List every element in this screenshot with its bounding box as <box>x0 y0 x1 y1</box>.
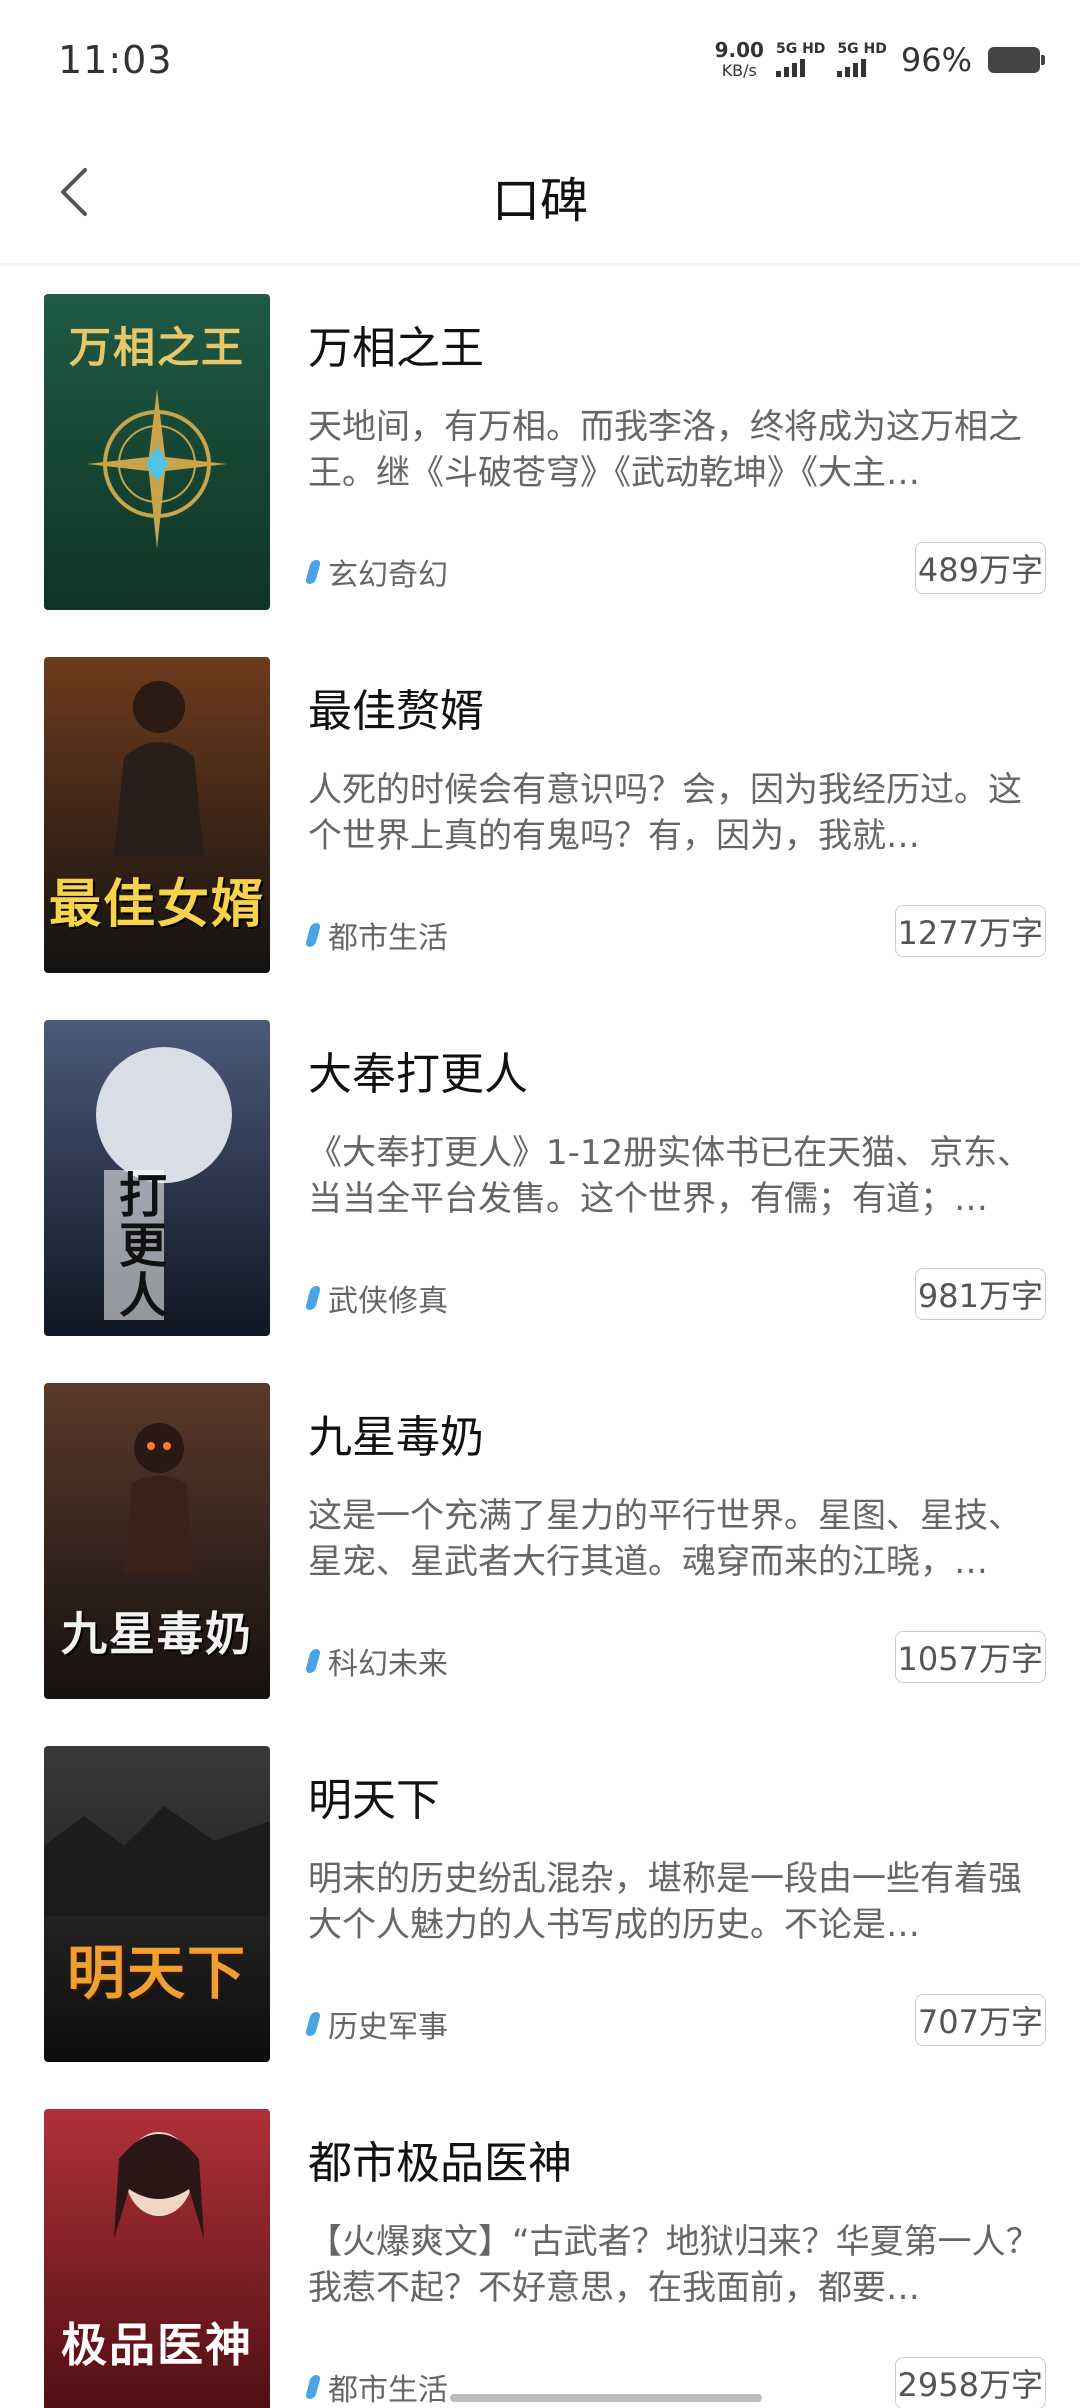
category-label: 科幻未来 <box>328 1647 448 1682</box>
book-title: 万相之王 <box>308 323 484 374</box>
word-count-badge: 489万字 <box>914 542 1046 594</box>
battery-percent: 96% <box>900 40 972 79</box>
word-count-badge: 981万字 <box>914 1268 1046 1320</box>
category-label: 武侠修真 <box>328 1284 448 1319</box>
book-description: 这是一个充满了星力的平行世界。星图、星技、星宠、星武者大行其道。魂穿而来的江晓，… <box>308 1496 1022 1582</box>
category-tag: 都市生活 <box>304 913 448 957</box>
book-item[interactable]: 九星毒奶 九星毒奶 这是一个充满了星力的平行世界。星图、星技、星宠、星武者大行其… <box>0 1359 1080 1722</box>
tag-marker-icon <box>304 1286 322 1310</box>
header-divider <box>0 263 1080 269</box>
signal-sim1-icon: 5G HD <box>775 41 826 77</box>
book-item[interactable]: 最佳女婿 最佳赘婿 人死的时候会有意识吗？会，因为我经历过。这个世界上真的有鬼吗… <box>0 633 1080 996</box>
book-title: 九星毒奶 <box>308 1412 484 1463</box>
word-count-badge: 707万字 <box>914 1994 1046 2046</box>
book-description: 人死的时候会有意识吗？会，因为我经历过。这个世界上真的有鬼吗？有，因为，我就… <box>308 770 1022 856</box>
category-label: 历史军事 <box>328 2010 448 2045</box>
book-title: 明天下 <box>308 1775 440 1826</box>
cover-title-text: 九星毒奶 <box>61 1607 253 1661</box>
warrior-silhouette-icon <box>124 1423 194 1573</box>
network-speed: 9.00 KB/s <box>715 40 764 79</box>
network-speed-value: 9.00 <box>714 38 764 62</box>
sim1-label: 5G HD <box>775 41 826 57</box>
category-tag: 武侠修真 <box>304 1276 448 1320</box>
book-title: 大奉打更人 <box>308 1049 528 1100</box>
tag-marker-icon <box>304 1649 322 1673</box>
cover-title-text: 最佳女婿 <box>48 875 265 935</box>
tag-marker-icon <box>304 560 322 584</box>
palace-silhouette-icon <box>44 1806 270 1916</box>
figure-silhouette-icon <box>114 681 204 857</box>
book-description: 《大奉打更人》1-12册实体书已在天猫、京东、当当全平台发售。这个世界，有儒；有… <box>308 1133 1032 1219</box>
battery-icon <box>988 46 1045 73</box>
book-cover: 九星毒奶 <box>44 1383 270 1699</box>
status-time: 11:03 <box>58 38 173 82</box>
book-description: 【火爆爽文】“古武者？地狱归来？华夏第一人？我惹不起？不好意思，在我面前，都要… <box>308 2222 1040 2308</box>
word-count-badge: 2958万字 <box>894 2357 1046 2408</box>
book-cover: 万相之王 <box>44 294 270 610</box>
moon-icon <box>96 1047 232 1183</box>
book-cover: 打更人 <box>44 1020 270 1336</box>
tag-marker-icon <box>304 2012 322 2036</box>
woman-portrait-icon <box>114 2132 204 2239</box>
signal-sim2-icon: 5G HD <box>837 41 887 77</box>
status-indicators: 9.00 KB/s 5G HD 5G HD 96% <box>715 40 1045 79</box>
book-description: 明末的历史纷乱混杂，堪称是一段由一些有着强大个人魅力的人书写成的历史。不论是… <box>308 1859 1022 1945</box>
tag-marker-icon <box>304 923 322 947</box>
book-cover: 明天下 <box>44 1746 270 2062</box>
book-list: 万相之王 万相之王 天地间，有万相。而我李洛，终将成为这万相之王。继《斗破苍穹》… <box>0 270 1080 2408</box>
book-item[interactable]: 打更人 大奉打更人 《大奉打更人》1-12册实体书已在天猫、京东、当当全平台发售… <box>0 996 1080 1359</box>
category-label: 都市生活 <box>328 921 448 956</box>
home-indicator[interactable] <box>450 2394 762 2402</box>
book-cover: 极品医神 <box>44 2109 270 2408</box>
book-item[interactable]: 明天下 明天下 明末的历史纷乱混杂，堪称是一段由一些有着强大个人魅力的人书写成的… <box>0 1722 1080 2085</box>
cover-title-text: 明天下 <box>66 1939 247 2007</box>
category-tag: 历史军事 <box>304 2002 448 2046</box>
cover-title-text: 打更人 <box>104 1170 166 1320</box>
network-speed-unit: KB/s <box>721 61 757 80</box>
category-tag: 科幻未来 <box>304 1639 448 1683</box>
book-title: 最佳赘婿 <box>308 686 484 737</box>
cover-title-text: 极品医神 <box>61 2318 253 2372</box>
page-title: 口碑 <box>491 173 588 229</box>
sim2-label: 5G HD <box>837 41 887 57</box>
category-label: 都市生活 <box>328 2373 448 2408</box>
book-item[interactable]: 极品医神 都市极品医神 【火爆爽文】“古武者？地狱归来？华夏第一人？我惹不起？不… <box>0 2085 1080 2408</box>
cover-title-text: 万相之王 <box>68 323 245 372</box>
compass-emblem-icon <box>87 389 227 549</box>
status-bar: 11:03 9.00 KB/s 5G HD 5G HD 96% <box>0 0 1080 125</box>
app-header: 口碑 <box>0 125 1080 265</box>
word-count-badge: 1277万字 <box>894 905 1046 957</box>
word-count-badge: 1057万字 <box>894 1631 1046 1683</box>
book-cover: 最佳女婿 <box>44 657 270 973</box>
tag-marker-icon <box>304 2375 322 2399</box>
category-tag: 都市生活 <box>304 2365 448 2408</box>
book-description: 天地间，有万相。而我李洛，终将成为这万相之王。继《斗破苍穹》《武动乾坤》《大主… <box>308 407 1022 493</box>
book-title: 都市极品医神 <box>308 2138 572 2189</box>
category-label: 玄幻奇幻 <box>328 558 448 593</box>
book-item[interactable]: 万相之王 万相之王 天地间，有万相。而我李洛，终将成为这万相之王。继《斗破苍穹》… <box>0 270 1080 633</box>
category-tag: 玄幻奇幻 <box>304 550 448 594</box>
